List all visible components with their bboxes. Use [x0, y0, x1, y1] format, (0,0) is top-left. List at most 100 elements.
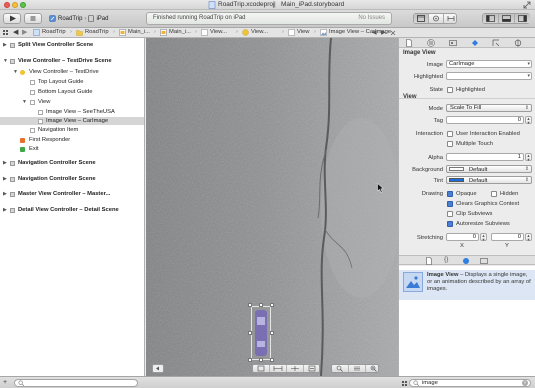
object-library-icon[interactable]	[462, 257, 470, 265]
attributes-inspector-icon[interactable]	[471, 39, 479, 47]
resize-handle[interactable]	[248, 358, 252, 362]
chevron-down-icon[interactable]: ▾	[527, 73, 530, 79]
hide-outline-button[interactable]	[152, 364, 164, 373]
user-interaction-checkbox[interactable]	[447, 131, 453, 137]
minimize-window-button[interactable]	[12, 2, 18, 8]
back-icon[interactable]: ◀	[13, 28, 18, 36]
image-name-combobox[interactable]: CarImage ▾	[446, 60, 532, 68]
form-factor-icon[interactable]	[253, 365, 270, 372]
crumb-project[interactable]: RoadTrip	[42, 29, 66, 35]
tint-color-popup[interactable]: Default ⇕	[446, 176, 532, 184]
file-inspector-icon[interactable]	[405, 39, 413, 47]
library-search-field[interactable]: image ×	[409, 379, 531, 387]
outline-row[interactable]: ▼ View Controller – TestDrive	[0, 68, 144, 76]
crumb-storyboard-file[interactable]: Main_i...	[128, 29, 150, 35]
standard-editor-icon[interactable]	[414, 14, 429, 23]
disclosure-closed-icon[interactable]: ▶	[3, 159, 7, 167]
editor-mode-segmented[interactable]	[413, 13, 457, 24]
media-library-icon[interactable]	[480, 257, 488, 265]
chevron-down-icon[interactable]: ▾	[527, 61, 530, 67]
zoom-actual-icon[interactable]	[349, 365, 366, 372]
add-icon[interactable]: +	[3, 379, 10, 387]
stretch-y-stepper[interactable]: ▲ ▼	[525, 233, 532, 241]
highlighted-image-combobox[interactable]: ▾	[446, 72, 532, 80]
forward-icon[interactable]: ▶	[22, 28, 27, 36]
outline-row[interactable]: Image View – SeeTheUSA	[0, 108, 144, 116]
highlighted-checkbox[interactable]	[447, 87, 453, 93]
view-toggle-segmented[interactable]	[482, 13, 530, 24]
outline-row[interactable]: ▶ Navigation Controller Scene	[0, 175, 144, 183]
run-button[interactable]	[3, 13, 21, 24]
library-item[interactable]: Image View – Displays a single image, or…	[399, 270, 535, 300]
outline-row[interactable]: ▶ Navigation Controller Scene	[0, 159, 144, 167]
multiple-touch-checkbox[interactable]	[447, 141, 453, 147]
file-template-icon[interactable]	[425, 257, 433, 265]
disclosure-open-icon[interactable]: ▼	[3, 57, 8, 65]
scheme-selector[interactable]: RoadTrip › iPad	[49, 13, 108, 24]
tag-stepper[interactable]: ▲ ▼	[525, 116, 532, 124]
issues-indicator[interactable]: No Issues	[358, 15, 385, 21]
stop-button[interactable]	[24, 13, 42, 24]
disclosure-open-icon[interactable]: ▼	[13, 68, 18, 76]
resize-handle[interactable]	[270, 303, 274, 307]
alpha-field[interactable]: 1	[446, 153, 524, 161]
resize-handle[interactable]	[259, 303, 263, 307]
outline-row[interactable]: First Responder	[0, 136, 144, 144]
crumb-view-controller[interactable]: View...	[251, 29, 268, 35]
crumb-storyboard[interactable]: Main_i...	[169, 29, 191, 35]
stretch-x-field[interactable]: 0	[446, 233, 479, 241]
zoom-in-icon[interactable]	[366, 365, 382, 372]
opaque-checkbox[interactable]	[447, 191, 453, 197]
close-window-button[interactable]	[4, 2, 10, 8]
outline-row-selected[interactable]: Image View – CarImage	[0, 117, 144, 125]
disclosure-closed-icon[interactable]: ▶	[3, 190, 7, 198]
hidden-checkbox[interactable]	[491, 191, 497, 197]
zoom-window-button[interactable]	[20, 2, 26, 8]
outline-row[interactable]: ▶ Detail View Controller – Detail Scene	[0, 206, 144, 214]
disclosure-open-icon[interactable]: ▼	[22, 98, 27, 106]
stretch-x-stepper[interactable]: ▲ ▼	[480, 233, 487, 241]
resize-handle[interactable]	[270, 358, 274, 362]
stretch-y-field[interactable]: 0	[491, 233, 524, 241]
navigator-toggle-icon[interactable]	[483, 14, 499, 23]
disclosure-closed-icon[interactable]: ▶	[3, 41, 7, 49]
outline-row[interactable]: ▼ View Controller – TestDrive Scene	[0, 57, 144, 65]
car-image-view[interactable]	[251, 306, 271, 360]
align-icon[interactable]	[270, 365, 287, 372]
crumb-group[interactable]: RoadTrip	[85, 29, 109, 35]
outline-row[interactable]: ▶ Master View Controller – Master...	[0, 190, 144, 198]
tag-field[interactable]: 0	[446, 116, 524, 124]
crumb-view[interactable]: View	[297, 29, 309, 35]
outline-row[interactable]: ▼ View	[0, 98, 144, 106]
disclosure-closed-icon[interactable]: ▶	[3, 175, 7, 183]
related-items-icon[interactable]	[2, 29, 9, 36]
utilities-toggle-icon[interactable]	[515, 14, 530, 23]
alpha-stepper[interactable]: ▲ ▼	[525, 153, 532, 161]
resize-handle[interactable]	[259, 358, 263, 362]
clip-subviews-checkbox[interactable]	[447, 211, 453, 217]
clear-search-icon[interactable]: ×	[522, 380, 528, 386]
view-mode-icon[interactable]	[401, 379, 408, 387]
quick-help-icon[interactable]	[427, 39, 435, 47]
resize-handle[interactable]	[248, 331, 252, 335]
crumb-scene[interactable]: View...	[210, 29, 227, 35]
auto-layout-controls[interactable]	[252, 364, 320, 373]
outline-row[interactable]: Navigation Item	[0, 126, 144, 134]
outline-filter-field[interactable]	[14, 379, 138, 387]
storyboard-canvas[interactable]	[146, 38, 398, 376]
content-mode-popup[interactable]: Scale To Fill ⇕	[446, 104, 532, 112]
connections-inspector-icon[interactable]	[514, 39, 522, 47]
outline-row[interactable]: ▶ Split View Controller Scene	[0, 41, 144, 49]
chevron-right-icon[interactable]: ▶	[381, 29, 386, 36]
identity-inspector-icon[interactable]	[449, 39, 457, 47]
resize-handle[interactable]	[270, 331, 274, 335]
outline-row[interactable]: Exit	[0, 145, 144, 153]
clears-graphics-checkbox[interactable]	[447, 201, 453, 207]
background-color-popup[interactable]: Default ⇕	[446, 165, 532, 173]
debug-toggle-icon[interactable]	[499, 14, 515, 23]
assistant-editor-icon[interactable]	[429, 14, 444, 23]
pin-icon[interactable]	[287, 365, 304, 372]
disclosure-closed-icon[interactable]: ▶	[3, 206, 7, 214]
chevron-left-icon[interactable]: ◀	[372, 29, 377, 36]
size-inspector-icon[interactable]	[492, 39, 500, 47]
